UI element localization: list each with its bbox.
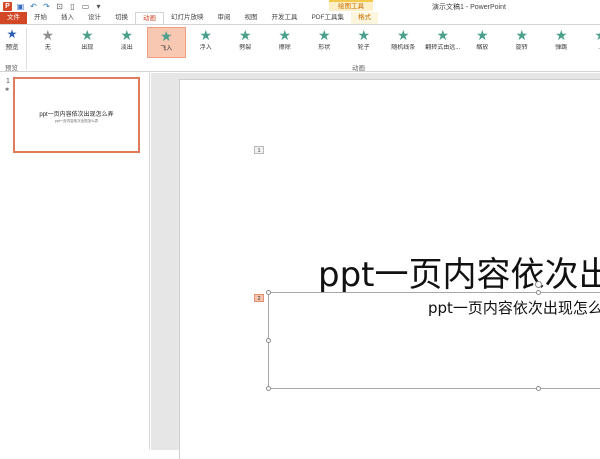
animation-option[interactable]: ★... <box>581 27 600 58</box>
animation-option[interactable]: ★ 轮子 <box>344 27 384 58</box>
resize-handle[interactable] <box>266 290 271 295</box>
ribbon: ★ 预览 ★ 无 ★ 出现 ★ 淡出 ★ 飞入 ★ 浮入 ★ 劈裂 ★ 擦除 ★ 形状 ★ 轮子 ★ 随机线条 ★ 翻转式… <box>0 24 600 72</box>
new-file-icon[interactable]: ▯ <box>68 2 77 11</box>
tab-item[interactable]: 视图 <box>238 12 265 24</box>
animation-marker-icon: ✱ <box>5 87 10 93</box>
animation-option[interactable]: ★ 无 <box>28 27 68 58</box>
animation-label: 劈裂 <box>239 45 252 51</box>
slide-thumbnail-panel: 1 ✱ ppt一页内容依次出现怎么弄 ppt一页内容依次出现怎么弄 <box>0 73 150 450</box>
resize-handle[interactable] <box>536 290 541 295</box>
animation-option[interactable]: ★ 旋转 <box>502 27 542 58</box>
animation-label: 缩放 <box>476 45 489 51</box>
animation-option[interactable]: ★ 劈裂 <box>226 27 266 58</box>
quick-access-toolbar: P ▣ ↶ ↷ ⊡ ▯ ▭ ▾ <box>3 1 103 12</box>
animation-option[interactable]: ★ 出现 <box>68 27 108 58</box>
tab-item[interactable]: 幻灯片放映 <box>164 12 211 24</box>
tab-file[interactable]: 文件 <box>0 12 27 24</box>
animation-star-icon: ★ <box>80 27 94 43</box>
animation-label: 轮子 <box>357 45 370 51</box>
animation-label: 飞入 <box>160 46 173 52</box>
drawing-tools-context-label: 绘图工具 <box>329 0 373 11</box>
save-icon[interactable]: ▣ <box>16 2 25 11</box>
animation-option[interactable]: ★ 飞入 <box>146 27 186 58</box>
animation-label: 旋转 <box>515 45 528 51</box>
tab-item[interactable]: 设计 <box>81 12 108 24</box>
animation-star-icon: ★ <box>278 27 292 43</box>
resize-handle[interactable] <box>266 338 271 343</box>
animation-option[interactable]: ★ 浮入 <box>186 27 226 58</box>
animation-option[interactable]: ★ 弹跳 <box>542 27 582 58</box>
animation-label: 形状 <box>318 45 331 51</box>
animation-label: 翻转式由远... <box>425 45 461 51</box>
animation-label: 出现 <box>81 45 94 51</box>
animation-label: 淡出 <box>120 45 133 51</box>
animation-option[interactable]: ★ 淡出 <box>107 27 147 58</box>
preview-group-label: 预览 <box>5 65 18 72</box>
window-title: 演示文稿1 - PowerPoint <box>432 4 506 11</box>
rotate-handle[interactable] <box>535 281 542 288</box>
animation-star-icon: ★ <box>199 27 213 43</box>
thumbnail-title: ppt一页内容依次出现怎么弄 <box>39 112 114 118</box>
tab-item[interactable]: 开始 <box>27 12 54 24</box>
ribbon-tabs: 文件 开始 插入 设计 切换 动画 幻灯片放映 审阅 视图 开发工具 PDF工具集 格式 <box>0 12 600 24</box>
tab-item[interactable]: 开发工具 <box>265 12 305 24</box>
animation-label: ... <box>581 44 600 52</box>
animation-gallery: ★ 无 ★ 出现 ★ 淡出 ★ 飞入 ★ 浮入 ★ 劈裂 ★ 擦除 ★ 形状 ★ 轮子 ★ 随机线条 ★ 翻转式由远...… <box>28 27 600 60</box>
undo-icon[interactable]: ↶ <box>29 2 38 11</box>
animation-group-label: 动画 <box>352 65 365 72</box>
title-bar: P ▣ ↶ ↷ ⊡ ▯ ▭ ▾ 绘图工具 演示文稿1 - PowerPoint <box>0 0 600 12</box>
slide-number: 1 <box>6 78 10 85</box>
slide-title[interactable]: ppt一页内容依次出现怎么弄 <box>318 247 600 296</box>
animation-label: 无 <box>44 45 51 51</box>
tab-item[interactable]: 审阅 <box>211 12 238 24</box>
animation-star-icon: ★ <box>120 27 134 43</box>
subtitle-placeholder[interactable]: ppt一页内容依次出现怎么弄 <box>266 281 600 391</box>
animation-order-tag[interactable]: 1 <box>254 146 264 154</box>
animation-option[interactable]: ★ 形状 <box>305 27 345 58</box>
animation-label: 擦除 <box>278 45 291 51</box>
animation-star-icon: ★ <box>159 28 173 44</box>
animation-option[interactable]: ★ 随机线条 <box>384 27 424 58</box>
animation-option[interactable]: ★ 擦除 <box>265 27 305 58</box>
subtitle-text[interactable]: ppt一页内容依次出现怎么弄 <box>428 297 600 318</box>
animation-star-icon: ★ <box>581 27 600 44</box>
animation-star-icon: ★ <box>238 27 252 43</box>
resize-handle[interactable] <box>536 386 541 391</box>
animation-star-icon: ★ <box>396 27 410 43</box>
animation-label: 浮入 <box>199 45 212 51</box>
open-file-icon[interactable]: ▭ <box>81 2 90 11</box>
animation-option[interactable]: ★ 翻转式由远... <box>423 27 463 58</box>
animation-star-icon: ★ <box>317 27 331 43</box>
slide-editing-area: 1 2 ppt一页内容依次出现怎么弄 ppt一页内容依次出现怎么弄 <box>151 73 600 459</box>
animation-order-tag-selected[interactable]: 2 <box>254 294 264 302</box>
thumbnail-subtitle: ppt一页内容依次出现怎么弄 <box>54 119 99 123</box>
slide-canvas[interactable]: 1 2 ppt一页内容依次出现怎么弄 ppt一页内容依次出现怎么弄 <box>179 79 600 459</box>
slide-thumbnail[interactable]: ppt一页内容依次出现怎么弄 ppt一页内容依次出现怎么弄 <box>13 77 140 153</box>
animation-option[interactable]: ★ 缩放 <box>463 27 503 58</box>
tab-item[interactable]: 切换 <box>108 12 135 24</box>
redo-icon[interactable]: ↷ <box>42 2 51 11</box>
preview-button[interactable]: ★ 预览 <box>2 28 22 58</box>
tab-item[interactable]: PDF工具集 <box>305 12 352 24</box>
powerpoint-logo: P <box>3 2 12 11</box>
start-from-beginning-icon[interactable]: ⊡ <box>55 2 64 11</box>
resize-handle[interactable] <box>266 386 271 391</box>
animation-star-icon: ★ <box>436 27 450 43</box>
animation-label: 弹跳 <box>555 45 568 51</box>
preview-label: 预览 <box>5 44 19 51</box>
animation-star-icon: ★ <box>41 27 55 43</box>
animation-star-icon: ★ <box>554 27 568 43</box>
animation-star-icon: ★ <box>357 27 371 43</box>
animation-star-icon: ★ <box>475 27 489 43</box>
group-separator <box>26 28 27 70</box>
tab-animation-active[interactable]: 动画 <box>135 12 164 24</box>
tab-item[interactable]: 插入 <box>54 12 81 24</box>
tab-item[interactable]: 格式 <box>351 12 378 24</box>
qat-dropdown-icon[interactable]: ▾ <box>94 2 103 11</box>
preview-star-icon: ★ <box>6 27 18 41</box>
animation-label: 随机线条 <box>391 45 416 51</box>
animation-star-icon: ★ <box>515 27 529 43</box>
